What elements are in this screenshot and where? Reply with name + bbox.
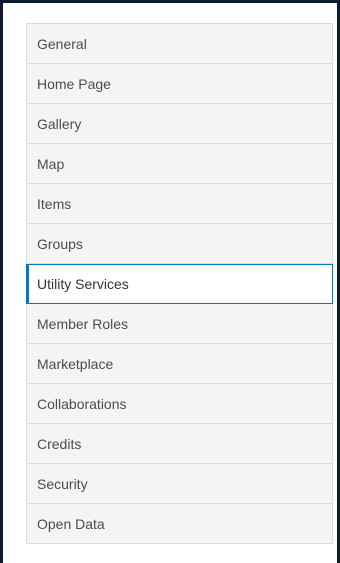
sidebar-item-label: Open Data (37, 515, 105, 532)
sidebar-item-general[interactable]: General (27, 24, 332, 64)
sidebar-item-label: Credits (37, 435, 82, 452)
sidebar-item-marketplace[interactable]: Marketplace (27, 344, 332, 384)
sidebar-item-groups[interactable]: Groups (27, 224, 332, 264)
sidebar-item-label: Items (37, 195, 72, 212)
sidebar-item-home-page[interactable]: Home Page (27, 64, 332, 104)
settings-panel-frame: General Home Page Gallery Map Items Grou… (0, 0, 340, 563)
sidebar-item-label: Security (37, 475, 88, 492)
sidebar-item-label: Home Page (37, 75, 111, 92)
sidebar-item-label: Gallery (37, 115, 82, 132)
sidebar-item-items[interactable]: Items (27, 184, 332, 224)
sidebar-item-label: General (37, 35, 87, 52)
sidebar-item-utility-services[interactable]: Utility Services (26, 264, 333, 304)
sidebar-item-label: Marketplace (37, 355, 114, 372)
sidebar-item-label: Member Roles (37, 315, 129, 332)
settings-sidebar-nav: General Home Page Gallery Map Items Grou… (26, 23, 333, 544)
sidebar-item-open-data[interactable]: Open Data (27, 504, 332, 544)
sidebar-item-security[interactable]: Security (27, 464, 332, 504)
sidebar-item-label: Groups (37, 235, 83, 252)
sidebar-item-gallery[interactable]: Gallery (27, 104, 332, 144)
sidebar-item-map[interactable]: Map (27, 144, 332, 184)
sidebar-item-credits[interactable]: Credits (27, 424, 332, 464)
sidebar-item-member-roles[interactable]: Member Roles (27, 304, 332, 344)
sidebar-item-label: Map (37, 155, 65, 172)
sidebar-item-collaborations[interactable]: Collaborations (27, 384, 332, 424)
sidebar-item-label: Utility Services (37, 276, 129, 292)
sidebar-item-label: Collaborations (37, 395, 127, 412)
